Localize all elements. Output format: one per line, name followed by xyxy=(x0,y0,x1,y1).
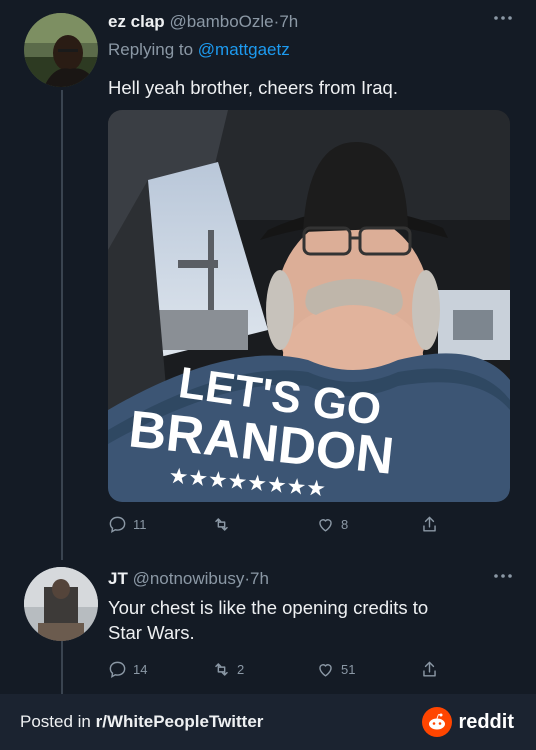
mention-link[interactable]: @mattgaetz xyxy=(198,40,290,59)
like-count: 8 xyxy=(341,517,349,532)
reddit-logo-icon xyxy=(422,707,453,737)
like-button[interactable]: 8 xyxy=(316,515,348,534)
retweet-count: 2 xyxy=(237,662,245,677)
tweet-text: Your chest is like the opening credits t… xyxy=(108,595,428,645)
share-button[interactable] xyxy=(420,515,439,534)
posted-in: Posted in r/WhitePeopleTwitter xyxy=(20,712,263,732)
display-name[interactable]: ez clap xyxy=(108,12,165,31)
like-count: 51 xyxy=(341,662,356,677)
thread-line-top xyxy=(61,90,63,560)
posted-prefix: Posted in xyxy=(20,712,96,731)
reply-icon xyxy=(109,516,126,533)
heart-icon xyxy=(319,664,332,677)
like-button[interactable]: 51 xyxy=(316,660,355,679)
tweet-photo[interactable]: LET'S GO BRANDON ★★★★★★★★ xyxy=(108,110,510,502)
more-icon[interactable] xyxy=(492,8,514,33)
reply-count: 11 xyxy=(133,517,147,532)
tweet-text-line1: Your chest is like the opening credits t… xyxy=(108,597,429,618)
timestamp[interactable]: 7h xyxy=(279,12,298,31)
subreddit-link[interactable]: r/WhitePeopleTwitter xyxy=(96,712,264,731)
reply-button[interactable]: 11 xyxy=(108,515,147,534)
tweet-header: ez clap @bamboOzle·7h xyxy=(108,12,298,32)
avatar-jt[interactable] xyxy=(24,567,98,641)
retweet-icon xyxy=(215,663,228,676)
display-name[interactable]: JT xyxy=(108,569,128,588)
replying-to: Replying to @mattgaetz xyxy=(108,40,290,60)
tweet-header: JT @notnowibusy·7h xyxy=(108,569,269,589)
replying-label: Replying to xyxy=(108,40,194,59)
thread-line-bottom xyxy=(61,640,63,694)
share-icon xyxy=(423,661,436,677)
reddit-brand[interactable]: reddit xyxy=(422,707,514,737)
user-handle[interactable]: @notnowibusy xyxy=(133,569,245,588)
tweet-actions: 14 2 51 xyxy=(108,660,438,680)
reply-icon xyxy=(109,661,126,678)
reddit-footer: Posted in r/WhitePeopleTwitter reddit xyxy=(0,694,536,750)
retweet-button[interactable] xyxy=(212,515,237,534)
reddit-wordmark: reddit xyxy=(458,710,514,733)
user-handle[interactable]: @bamboOzle xyxy=(169,12,273,31)
more-icon[interactable] xyxy=(492,566,514,591)
tweet-actions: 11 8 xyxy=(108,515,438,535)
reply-count: 14 xyxy=(133,662,148,677)
share-button[interactable] xyxy=(420,660,439,679)
tweet-text-line2: Star Wars. xyxy=(108,622,195,643)
timestamp[interactable]: 7h xyxy=(250,569,269,588)
share-icon xyxy=(423,516,436,532)
retweet-button[interactable]: 2 xyxy=(212,660,244,679)
avatar-ez-clap[interactable] xyxy=(24,13,98,87)
heart-icon xyxy=(319,519,332,532)
tweet-text: Hell yeah brother, cheers from Iraq. xyxy=(108,77,398,98)
reply-button[interactable]: 14 xyxy=(108,660,147,679)
retweet-icon xyxy=(215,518,228,531)
